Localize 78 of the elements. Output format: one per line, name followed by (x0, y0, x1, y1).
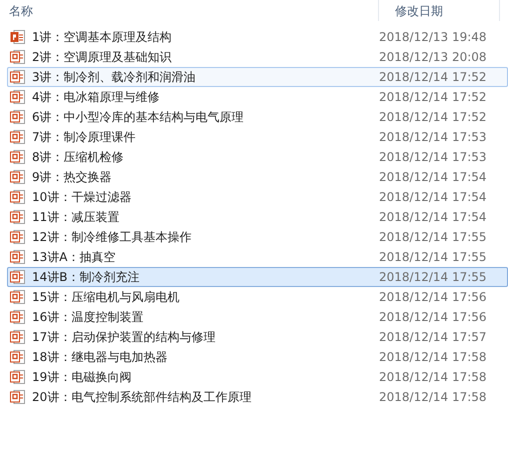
modified-date: 2018/12/13 19:48 (379, 29, 487, 46)
modified-date: 2018/12/14 17:55 (379, 269, 487, 286)
modified-date: 2018/12/14 17:53 (379, 129, 487, 146)
modified-date: 2018/12/14 17:57 (379, 329, 487, 346)
modified-date: 2018/12/14 17:54 (379, 169, 487, 186)
file-name: 19讲：电磁换向阀 (32, 369, 132, 386)
file-row[interactable]: 1讲：空调基本原理及结构 2018/12/13 19:48 (7, 27, 508, 47)
file-row[interactable]: 13讲A：抽真空 2018/12/14 17:55 (7, 247, 508, 267)
presentation-file-icon (10, 169, 26, 185)
modified-date: 2018/12/13 20:08 (379, 49, 487, 66)
file-row[interactable]: 17讲：启动保护装置的结构与修理 2018/12/14 17:57 (7, 327, 508, 347)
modified-date: 2018/12/14 17:56 (379, 289, 487, 306)
file-row[interactable]: 18讲：继电器与电加热器 2018/12/14 17:58 (7, 347, 508, 367)
file-row[interactable]: 12讲：制冷维修工具基本操作 2018/12/14 17:55 (7, 227, 508, 247)
file-name: 14讲B：制冷剂充注 (32, 269, 141, 286)
presentation-file-icon (10, 49, 26, 65)
file-row[interactable]: 6讲：中小型冷库的基本结构与电气原理 2018/12/14 17:52 (7, 107, 508, 127)
presentation-file-icon (10, 189, 26, 205)
modified-date: 2018/12/14 17:53 (379, 149, 487, 166)
presentation-file-icon (10, 269, 26, 285)
presentation-file-icon (10, 29, 26, 45)
modified-date: 2018/12/14 17:54 (379, 189, 487, 206)
presentation-file-icon (10, 329, 26, 345)
file-name: 10讲：干燥过滤器 (32, 189, 132, 206)
file-name: 7讲：制冷原理课件 (32, 129, 137, 146)
modified-date: 2018/12/14 17:58 (379, 369, 487, 386)
file-row[interactable]: 15讲：压缩电机与风扇电机 2018/12/14 17:56 (7, 287, 508, 307)
file-row[interactable]: 20讲：电气控制系统部件结构及工作原理 2018/12/14 17:58 (7, 387, 508, 407)
presentation-file-icon (10, 369, 26, 385)
presentation-file-icon (10, 249, 26, 265)
presentation-file-icon (10, 89, 26, 105)
file-row[interactable]: 2讲：空调原理及基础知识 2018/12/13 20:08 (7, 47, 508, 67)
modified-date: 2018/12/14 17:52 (379, 109, 487, 126)
file-row[interactable]: 19讲：电磁换向阀 2018/12/14 17:58 (7, 367, 508, 387)
file-name: 3讲：制冷剂、载冷剂和润滑油 (32, 69, 197, 86)
modified-date: 2018/12/14 17:52 (379, 69, 487, 86)
file-name: 18讲：继电器与电加热器 (32, 349, 168, 366)
file-row[interactable]: 11讲：减压装置 2018/12/14 17:54 (7, 207, 508, 227)
modified-date: 2018/12/14 17:54 (379, 209, 487, 226)
file-name: 1讲：空调基本原理及结构 (32, 29, 173, 46)
presentation-file-icon (10, 289, 26, 305)
file-name: 2讲：空调原理及基础知识 (32, 49, 173, 66)
file-row[interactable]: 14讲B：制冷剂充注 2018/12/14 17:55 (7, 267, 508, 287)
presentation-file-icon (10, 389, 26, 405)
file-name: 16讲：温度控制装置 (32, 309, 144, 326)
file-name: 9讲：热交换器 (32, 169, 113, 186)
file-row[interactable]: 16讲：温度控制装置 2018/12/14 17:56 (7, 307, 508, 327)
file-row[interactable]: 7讲：制冷原理课件 2018/12/14 17:53 (7, 127, 508, 147)
file-row[interactable]: 10讲：干燥过滤器 2018/12/14 17:54 (7, 187, 508, 207)
presentation-file-icon (10, 229, 26, 245)
column-header[interactable]: 名称 (9, 2, 33, 20)
modified-date: 2018/12/14 17:55 (379, 229, 487, 246)
file-name: 4讲：电冰箱原理与维修 (32, 89, 161, 106)
presentation-file-icon (10, 69, 26, 85)
file-name: 6讲：中小型冷库的基本结构与电气原理 (32, 109, 245, 126)
file-name: 15讲：压缩电机与风扇电机 (32, 289, 180, 306)
modified-date: 2018/12/14 17:58 (379, 349, 487, 366)
modified-date: 2018/12/14 17:56 (379, 309, 487, 326)
file-row[interactable]: 4讲：电冰箱原理与维修 2018/12/14 17:52 (7, 87, 508, 107)
file-name: 13讲A：抽真空 (32, 249, 116, 266)
file-name: 20讲：电气控制系统部件结构及工作原理 (32, 389, 252, 406)
column-header[interactable]: 修改日期 (395, 2, 443, 20)
file-name: 12讲：制冷维修工具基本操作 (32, 229, 192, 246)
presentation-file-icon (10, 149, 26, 165)
modified-date: 2018/12/14 17:58 (379, 389, 487, 406)
file-row[interactable]: 9讲：热交换器 2018/12/14 17:54 (7, 167, 508, 187)
file-name: 17讲：启动保护装置的结构与修理 (32, 329, 216, 346)
presentation-file-icon (10, 109, 26, 125)
modified-date: 2018/12/14 17:55 (379, 249, 487, 266)
presentation-file-icon (10, 129, 26, 145)
modified-date: 2018/12/14 17:52 (379, 89, 487, 106)
file-name: 8讲：压缩机检修 (32, 149, 125, 166)
presentation-file-icon (10, 309, 26, 325)
presentation-file-icon (10, 349, 26, 365)
file-row[interactable]: 8讲：压缩机检修 2018/12/14 17:53 (7, 147, 508, 167)
presentation-file-icon (10, 209, 26, 225)
file-row[interactable]: 3讲：制冷剂、载冷剂和润滑油 2018/12/14 17:52 (7, 67, 508, 87)
file-name: 11讲：减压装置 (32, 209, 120, 226)
